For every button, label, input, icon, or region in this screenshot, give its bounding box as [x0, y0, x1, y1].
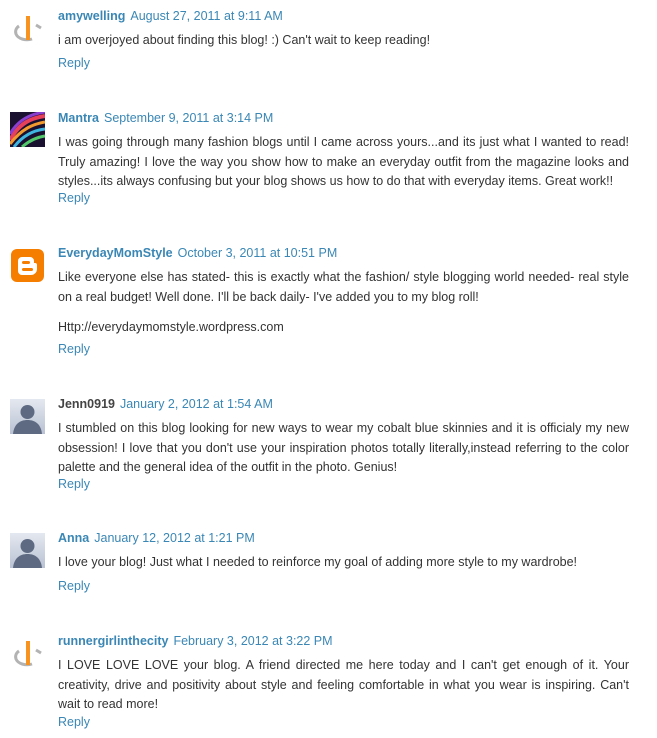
comment-author[interactable]: EverydayMomStyle [58, 246, 173, 260]
reply-link[interactable]: Reply [58, 714, 90, 730]
default-user-icon[interactable] [10, 533, 45, 568]
reply-link[interactable]: Reply [58, 190, 90, 206]
openid-icon[interactable] [10, 12, 45, 47]
comment-body: I love your blog! Just what I needed to … [58, 553, 629, 573]
comment-timestamp[interactable]: October 3, 2011 at 10:51 PM [178, 246, 338, 260]
reply-link[interactable]: Reply [58, 578, 90, 594]
comment-author[interactable]: Anna [58, 531, 89, 545]
comment-body: Like everyone else has stated- this is e… [58, 268, 629, 338]
reply-link[interactable]: Reply [58, 55, 90, 71]
comment-paragraph: I LOVE LOVE LOVE your blog. A friend dir… [58, 658, 629, 711]
reply-link[interactable]: Reply [58, 341, 90, 357]
blogger-icon[interactable] [10, 248, 45, 283]
comment-paragraph: Http://everydaymomstyle.wordpress.com [58, 320, 284, 334]
comment-paragraph: i am overjoyed about finding this blog! … [58, 33, 431, 47]
default-user-icon[interactable] [10, 399, 45, 434]
comment-paragraph: I stumbled on this blog looking for new … [58, 421, 629, 474]
comment-paragraph: I was going through many fashion blogs u… [58, 135, 629, 188]
comment-author[interactable]: Mantra [58, 111, 99, 125]
comment-paragraph: I love your blog! Just what I needed to … [58, 555, 578, 569]
reply-link[interactable]: Reply [58, 476, 90, 492]
comment-timestamp[interactable]: January 12, 2012 at 1:21 PM [94, 531, 255, 545]
openid-icon[interactable] [10, 637, 45, 672]
comment-body: I stumbled on this blog looking for new … [58, 419, 629, 478]
swirl-photo-icon[interactable] [10, 112, 45, 147]
comment-timestamp[interactable]: February 3, 2012 at 3:22 PM [173, 634, 332, 648]
comment-body: I was going through many fashion blogs u… [58, 133, 629, 192]
comment-author[interactable]: amywelling [58, 9, 125, 23]
comment-timestamp[interactable]: August 27, 2011 at 9:11 AM [130, 9, 282, 23]
comment-paragraph: Like everyone else has stated- this is e… [58, 270, 629, 304]
comment-author[interactable]: runnergirlinthecity [58, 634, 168, 648]
comment-body: I LOVE LOVE LOVE your blog. A friend dir… [58, 656, 629, 715]
comment-timestamp[interactable]: January 2, 2012 at 1:54 AM [120, 397, 273, 411]
comment-body: i am overjoyed about finding this blog! … [58, 31, 629, 51]
comment-timestamp[interactable]: September 9, 2011 at 3:14 PM [104, 111, 273, 125]
comment-author: Jenn0919 [58, 397, 115, 411]
